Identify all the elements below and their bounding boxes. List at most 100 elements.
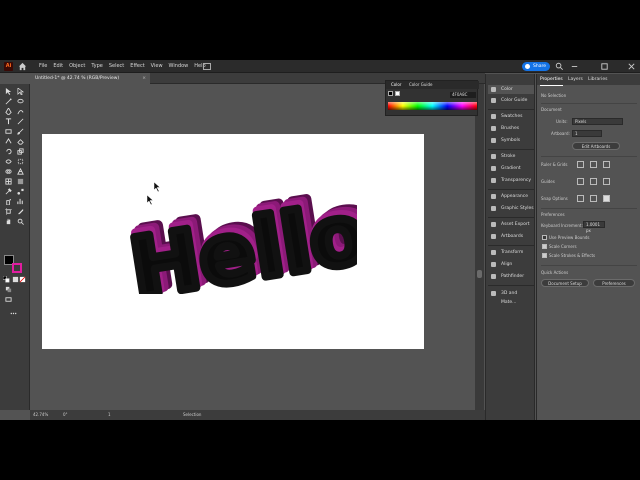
search-icon[interactable]	[555, 62, 564, 71]
mesh-tool-icon[interactable]	[5, 178, 12, 185]
line-tool-icon[interactable]	[17, 118, 24, 125]
width-tool-icon[interactable]	[5, 158, 12, 165]
perspective-grid-tool-icon[interactable]	[17, 168, 24, 175]
menu-edit[interactable]: Edit	[50, 60, 66, 73]
snap-to-point-icon[interactable]	[577, 195, 584, 202]
vertical-scrollbar[interactable]	[475, 84, 484, 410]
panel-artboards[interactable]: Artboards	[488, 232, 534, 241]
window-minimize-icon[interactable]	[570, 62, 579, 71]
stroke-swatch[interactable]	[12, 263, 22, 273]
snap-to-pixel-icon[interactable]	[603, 195, 610, 202]
hello-3d-artwork[interactable]: Hello Hello Hello Hello	[127, 184, 357, 294]
panel-swatches[interactable]: Swatches	[488, 112, 534, 121]
menu-file[interactable]: File	[36, 60, 50, 73]
panel-color[interactable]: Color	[488, 85, 534, 94]
window-maximize-icon[interactable]	[600, 62, 609, 71]
lock-guides-icon[interactable]	[590, 178, 597, 185]
rectangle-tool-icon[interactable]	[5, 128, 12, 135]
menu-effect[interactable]: Effect	[127, 60, 147, 73]
pen-tool-icon[interactable]	[5, 108, 12, 115]
paintbrush-tool-icon[interactable]	[17, 128, 24, 135]
panel-color-guide[interactable]: Color Guide	[488, 96, 534, 105]
default-colors-icon[interactable]	[3, 276, 10, 283]
menu-type[interactable]: Type	[88, 60, 105, 73]
panel-align[interactable]: Align	[488, 260, 534, 269]
hand-tool-icon[interactable]	[5, 218, 12, 225]
slice-tool-icon[interactable]	[17, 208, 24, 215]
tab-color[interactable]: Color	[391, 81, 401, 89]
draw-mode-icon[interactable]	[5, 286, 12, 293]
none-mode-icon[interactable]	[19, 276, 26, 283]
menu-select[interactable]: Select	[106, 60, 127, 73]
column-graph-tool-icon[interactable]	[17, 198, 24, 205]
selection-tool-icon[interactable]	[5, 88, 12, 95]
stroke-mini-swatch[interactable]	[395, 91, 400, 96]
artboard-dropdown[interactable]: 1	[572, 130, 602, 137]
color-spectrum[interactable]	[388, 102, 477, 110]
tab-libraries[interactable]: Libraries	[588, 74, 607, 85]
canvas-area[interactable]: Hello Hello Hello Hello	[30, 84, 475, 410]
zoom-level[interactable]: 42.74%	[33, 410, 48, 420]
type-tool-icon[interactable]	[5, 118, 12, 125]
panel-symbols[interactable]: Symbols	[488, 136, 534, 145]
menu-object[interactable]: Object	[66, 60, 88, 73]
scale-tool-icon[interactable]	[17, 148, 24, 155]
document-tab[interactable]: Untitled-1* @ 42.74 % (RGB/Preview) ×	[30, 73, 150, 84]
screen-mode-icon[interactable]	[5, 296, 12, 303]
home-icon[interactable]	[18, 62, 27, 71]
shape-builder-tool-icon[interactable]	[5, 168, 12, 175]
preferences-button[interactable]: Preferences	[593, 279, 635, 287]
free-transform-tool-icon[interactable]	[17, 158, 24, 165]
units-dropdown[interactable]: Pixels	[572, 118, 623, 125]
lasso-tool-icon[interactable]	[17, 98, 24, 105]
scrollbar-thumb[interactable]	[477, 270, 482, 278]
scale-corners-checkbox[interactable]	[542, 244, 547, 249]
snap-to-grid-icon[interactable]	[590, 195, 597, 202]
scale-strokes-checkbox[interactable]	[542, 253, 547, 258]
tab-color-guide[interactable]: Color Guide	[409, 81, 432, 89]
color-mode-icon[interactable]	[12, 276, 19, 283]
eyedropper-tool-icon[interactable]	[5, 188, 12, 195]
rulers-icon[interactable]	[577, 161, 584, 168]
gradient-tool-icon[interactable]	[17, 178, 24, 185]
panel-appearance[interactable]: Appearance	[488, 192, 534, 201]
close-tab-icon[interactable]: ×	[142, 73, 146, 84]
hex-field[interactable]: 4F0A8C	[450, 92, 476, 98]
panel-brushes[interactable]: Brushes	[488, 124, 534, 133]
pixel-grid-icon[interactable]	[603, 161, 610, 168]
tab-properties[interactable]: Properties	[540, 74, 563, 86]
panel-stroke[interactable]: Stroke	[488, 152, 534, 161]
artboard-navigator[interactable]: 1	[108, 410, 111, 420]
artboard[interactable]: Hello Hello Hello Hello	[42, 134, 424, 349]
menu-window[interactable]: Window	[166, 60, 192, 73]
curvature-tool-icon[interactable]	[17, 108, 24, 115]
document-setup-button[interactable]: Document Setup	[541, 279, 589, 287]
symbol-sprayer-tool-icon[interactable]	[5, 198, 12, 205]
use-preview-bounds-checkbox[interactable]	[542, 235, 547, 240]
show-guides-icon[interactable]	[577, 178, 584, 185]
blend-tool-icon[interactable]	[17, 188, 24, 195]
fill-mini-swatch[interactable]	[388, 91, 393, 96]
edit-toolbar-icon[interactable]	[10, 310, 17, 317]
tab-layers[interactable]: Layers	[568, 74, 583, 85]
panel-graphic-styles[interactable]: Graphic Styles	[488, 204, 534, 213]
eraser-tool-icon[interactable]	[17, 138, 24, 145]
window-close-icon[interactable]	[627, 62, 636, 71]
workspace-switcher-icon[interactable]	[203, 63, 211, 70]
keyboard-increment-field[interactable]: 1.0001 px	[583, 221, 605, 233]
magic-wand-tool-icon[interactable]	[5, 98, 12, 105]
panel-pathfinder[interactable]: Pathfinder	[488, 272, 534, 281]
shaper-tool-icon[interactable]	[5, 138, 12, 145]
direct-selection-tool-icon[interactable]	[17, 88, 24, 95]
zoom-tool-icon[interactable]	[17, 218, 24, 225]
grid-icon[interactable]	[590, 161, 597, 168]
rotate-tool-icon[interactable]	[5, 148, 12, 155]
panel-gradient[interactable]: Gradient	[488, 164, 534, 173]
panel-transparency[interactable]: Transparency	[488, 176, 534, 185]
share-button[interactable]: Share	[522, 62, 550, 71]
menu-view[interactable]: View	[148, 60, 166, 73]
edit-artboards-button[interactable]: Edit Artboards	[572, 142, 620, 150]
panel-transform[interactable]: Transform	[488, 248, 534, 257]
smart-guides-icon[interactable]	[603, 178, 610, 185]
panel-3d-materials[interactable]: 3D and Mate...	[488, 289, 534, 305]
